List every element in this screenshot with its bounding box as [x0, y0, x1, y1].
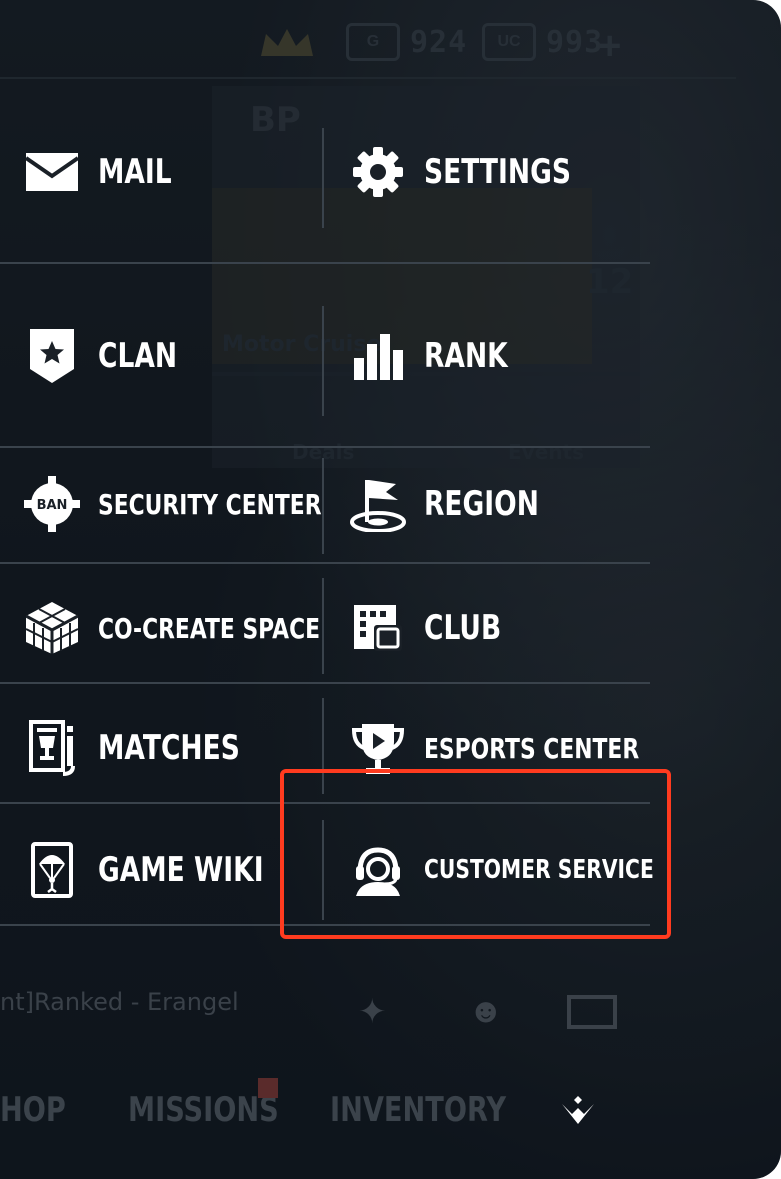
chevron-down-icon	[562, 1096, 594, 1124]
flag-target-icon	[350, 476, 406, 532]
column-divider	[322, 128, 324, 228]
menu-label: GAME WIKI	[98, 850, 264, 890]
gift-badge-icon	[258, 1078, 278, 1098]
menu-label: ESPORTS CENTER	[424, 731, 640, 765]
menu-item-clan[interactable]: CLAN	[24, 316, 199, 396]
menu-item-mail[interactable]: MAIL	[24, 132, 192, 212]
menu-label: RANK	[424, 336, 508, 376]
parachute-card-icon	[24, 842, 80, 898]
menu-label: CO-CREATE SPACE	[98, 611, 321, 645]
menu-item-game-wiki[interactable]: GAME WIKI	[24, 830, 310, 910]
menu-item-settings[interactable]: SETTINGS	[350, 132, 612, 212]
emote-icon: ☻	[468, 992, 504, 1030]
ban-badge-icon: BAN	[24, 476, 80, 532]
club-building-icon	[350, 600, 406, 656]
gear-icon	[350, 144, 406, 200]
menu-label: SECURITY CENTER	[98, 487, 322, 521]
menu-item-rank[interactable]: RANK	[350, 316, 531, 396]
tab-inventory[interactable]: INVENTORY	[330, 1090, 506, 1130]
shield-star-icon	[24, 328, 80, 384]
menu-label: CLUB	[424, 608, 502, 648]
menu-label: MATCHES	[98, 728, 240, 768]
menu-label: SETTINGS	[424, 152, 571, 192]
menu-item-club[interactable]: CLUB	[350, 588, 523, 668]
menu-label: CLAN	[98, 336, 178, 376]
magic-wand-icon: ✦	[358, 993, 387, 1031]
game-screen: G 924 UC 993 + BP Motor Cruise 12 Deals …	[0, 0, 781, 1179]
menu-item-security-center[interactable]: BAN SECURITY CENTER	[24, 464, 385, 544]
collapse-menu-button[interactable]	[558, 1094, 598, 1128]
row-divider	[0, 446, 650, 448]
menu-item-region[interactable]: REGION	[350, 464, 571, 544]
cube-icon	[24, 600, 80, 656]
menu-label: REGION	[424, 484, 539, 524]
trophy-card-icon	[24, 720, 80, 776]
tab-missions[interactable]: MISSIONS	[128, 1090, 279, 1130]
column-divider	[322, 306, 324, 416]
trophy-play-icon	[350, 720, 406, 776]
row-divider	[0, 262, 650, 264]
game-mode-label: nt]Ranked - Erangel	[0, 988, 239, 1016]
bottom-navigation: HOP MISSIONS INVENTORY	[0, 1090, 781, 1140]
menu-item-matches[interactable]: MATCHES	[24, 708, 280, 788]
menu-item-co-create-space[interactable]: CO-CREATE SPACE	[24, 588, 383, 668]
row-divider	[0, 562, 650, 564]
bar-chart-icon	[350, 328, 406, 384]
menu-label: MAIL	[98, 152, 172, 192]
fullscreen-icon	[566, 994, 618, 1039]
ban-badge-text: BAN	[37, 498, 68, 513]
row-divider	[0, 682, 650, 684]
envelope-icon	[24, 144, 80, 200]
customer-service-highlight	[280, 769, 671, 939]
tab-shop[interactable]: HOP	[0, 1090, 66, 1130]
